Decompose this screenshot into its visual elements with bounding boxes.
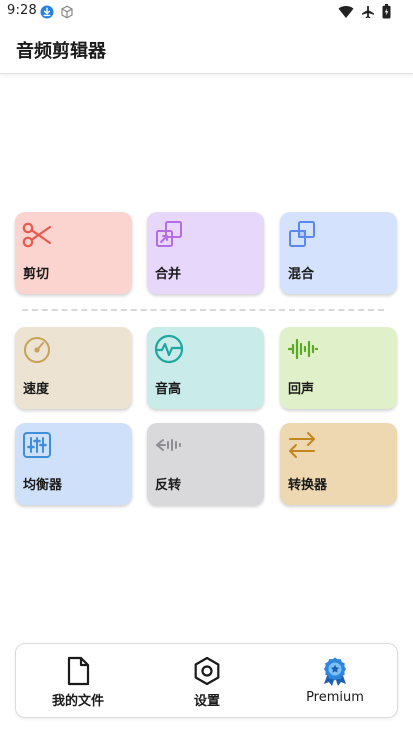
- tool-card-echo[interactable]: 回声: [280, 327, 397, 409]
- tool-label: 均衡器: [23, 478, 63, 493]
- tool-card-pitch[interactable]: 音高: [147, 327, 264, 409]
- scissors-icon: [21, 218, 53, 250]
- file-icon: [63, 656, 93, 686]
- equalizer-icon: [21, 429, 53, 461]
- airplane-icon: [361, 4, 375, 23]
- mix-icon: [286, 218, 318, 250]
- tool-label: 反转: [155, 478, 182, 493]
- tool-card-speed[interactable]: 速度: [15, 327, 132, 409]
- cube-icon: [60, 4, 74, 23]
- tool-label: 混合: [288, 267, 315, 282]
- bottom-nav: 我的文件 设置 Premium: [15, 643, 398, 718]
- speedometer-icon: [21, 333, 53, 365]
- tool-label: 音高: [155, 382, 182, 397]
- tool-card-cut[interactable]: 剪切: [15, 212, 132, 294]
- nav-item-premium[interactable]: Premium: [280, 644, 390, 719]
- status-time: 9:28: [7, 3, 37, 18]
- status-bar: 9:28: [0, 0, 413, 24]
- merge-icon: [153, 218, 185, 250]
- settings-icon: [192, 656, 222, 686]
- tool-label: 合并: [155, 267, 182, 282]
- premium-badge-icon: [320, 656, 350, 686]
- nav-label: Premium: [306, 690, 364, 705]
- tool-label: 速度: [23, 382, 50, 397]
- nav-item-my-files[interactable]: 我的文件: [23, 644, 133, 719]
- status-left-icons: [40, 4, 74, 23]
- download-icon: [40, 4, 54, 23]
- pitch-icon: [153, 333, 185, 365]
- tool-card-converter[interactable]: 转换器: [280, 423, 397, 505]
- wifi-icon: [338, 4, 354, 23]
- status-right-icons: [338, 4, 391, 23]
- tool-label: 转换器: [288, 478, 328, 493]
- tool-card-merge[interactable]: 合并: [147, 212, 264, 294]
- section-divider: [22, 309, 384, 311]
- tool-card-mix[interactable]: 混合: [280, 212, 397, 294]
- tool-label: 剪切: [23, 267, 50, 282]
- tool-label: 回声: [288, 382, 315, 397]
- nav-label: 设置: [193, 694, 220, 709]
- tool-card-equalizer[interactable]: 均衡器: [15, 423, 132, 505]
- app-bar: 音频剪辑器: [0, 24, 413, 74]
- nav-item-settings[interactable]: 设置: [152, 644, 262, 719]
- battery-icon: [382, 4, 391, 23]
- page-title: 音频剪辑器: [16, 41, 106, 62]
- reverse-icon: [153, 429, 185, 461]
- convert-icon: [286, 429, 318, 461]
- nav-label: 我的文件: [51, 694, 104, 709]
- echo-icon: [286, 333, 319, 365]
- tool-card-reverse[interactable]: 反转: [147, 423, 264, 505]
